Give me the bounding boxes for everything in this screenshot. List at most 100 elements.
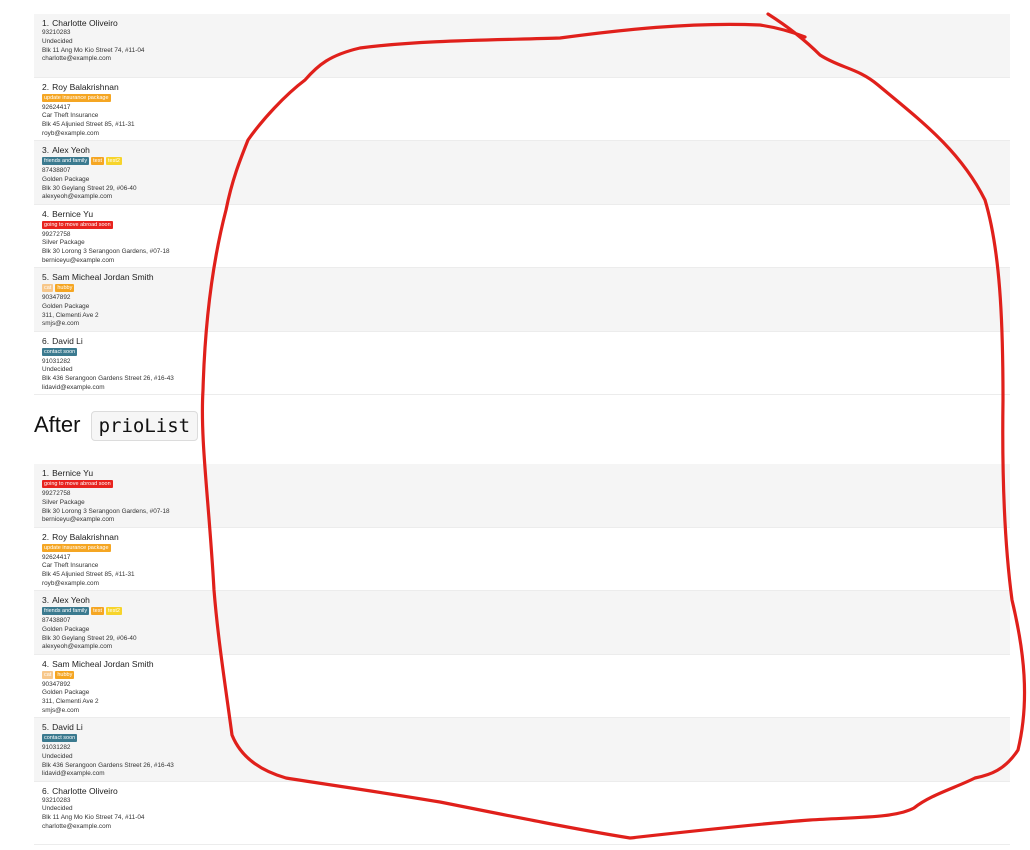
- tag-badge: test: [91, 157, 104, 165]
- tag-list: contact soon: [42, 347, 1002, 357]
- person-card[interactable]: 6. Charlotte Oliveiro 93210283 Undecided Blk…: [34, 781, 1010, 845]
- tag-badge: hubby: [55, 284, 75, 292]
- person-card[interactable]: 3. Alex Yeoh friends and family test test2 87…: [34, 141, 1010, 205]
- person-address: Blk 30 Geylang Street 29, #06-40: [42, 634, 137, 642]
- person-phone: 87438807: [42, 167, 71, 174]
- person-phone: 93210283: [42, 796, 71, 804]
- person-name: Sam Micheal Jordan Smith: [52, 658, 154, 669]
- tag-badge: hubby: [55, 670, 75, 679]
- person-package: Silver Package: [42, 239, 85, 247]
- person-name: Bernice Yu: [52, 208, 94, 219]
- person-index: 4.: [42, 208, 50, 219]
- tag-badge: update insurance package: [42, 543, 111, 552]
- person-card[interactable]: 3. Alex Yeoh friends and family test test2 87…: [34, 591, 1010, 655]
- person-package: Golden Package: [42, 175, 90, 183]
- person-name-line: 1. Charlotte Oliveiro: [42, 18, 1002, 29]
- tag-list: friends and family test test2: [42, 157, 1002, 166]
- person-email: alexyeoh@example.com: [42, 193, 113, 201]
- tag-badge: contact soon: [42, 347, 78, 356]
- person-card[interactable]: 2. Roy Balakrishnan update insurance packa…: [34, 527, 1010, 591]
- person-phone: 92624417: [42, 103, 71, 111]
- person-card[interactable]: 5. Sam Micheal Jordan Smith cat hubby 903478…: [34, 268, 1010, 332]
- person-index: 1.: [42, 468, 50, 478]
- person-name-line: 2. Roy Balakrishnan: [42, 532, 1002, 543]
- tag-list: cat hubby: [42, 284, 1002, 293]
- person-name: Roy Balakrishnan: [52, 531, 119, 542]
- person-index: 4.: [42, 658, 50, 669]
- tag-list: update insurance package: [42, 543, 1002, 553]
- tag-list: contact soon: [42, 734, 1002, 743]
- person-name: Charlotte Oliveiro: [52, 18, 118, 28]
- person-address: Blk 30 Lorong 3 Serangoon Gardens, #07-1…: [42, 248, 170, 256]
- tag-list: friends and family test test2: [42, 607, 1002, 616]
- person-name-line: 3. Alex Yeoh: [42, 595, 1002, 606]
- person-card[interactable]: 1. Bernice Yu going to move abroad soon 992…: [34, 464, 1010, 528]
- person-email: berniceyu@example.com: [42, 256, 115, 264]
- person-name: Bernice Yu: [52, 468, 94, 478]
- person-phone: 92624417: [42, 553, 71, 561]
- person-list-after[interactable]: 1. Bernice Yu going to move abroad soon 992…: [34, 464, 1010, 845]
- person-address: Blk 30 Geylang Street 29, #06-40: [42, 184, 137, 192]
- person-card[interactable]: 2. Roy Balakrishnan update insurance packa…: [34, 77, 1010, 141]
- person-phone: 99272758: [42, 490, 71, 497]
- person-card[interactable]: 4. Sam Micheal Jordan Smith cat hubby 903478…: [34, 654, 1010, 718]
- person-index: 6.: [42, 785, 50, 796]
- person-address: 311, Clementi Ave 2: [42, 311, 99, 319]
- person-card[interactable]: 6. David Li contact soon 91031282 Undecided B…: [34, 331, 1010, 395]
- person-address: 311, Clementi Ave 2: [42, 698, 99, 706]
- person-index: 3.: [42, 145, 50, 155]
- person-card[interactable]: 1. Charlotte Oliveiro 93210283 Undecided Blk…: [34, 14, 1010, 78]
- person-email: smjs@e.com: [42, 320, 80, 328]
- person-card[interactable]: 4. Bernice Yu going to move abroad soon 992…: [34, 204, 1010, 268]
- person-name-line: 4. Bernice Yu: [42, 209, 1002, 220]
- person-address: Blk 45 Aljunied Street 85, #11-31: [42, 121, 135, 129]
- tag-badge: contact soon: [42, 734, 78, 742]
- person-email: lidavid@example.com: [42, 383, 105, 391]
- person-package: Car Theft Insurance: [42, 112, 99, 120]
- person-phone: 99272758: [42, 230, 71, 238]
- person-address: Blk 436 Serangoon Gardens Street 26, #16…: [42, 375, 174, 383]
- person-phone: 93210283: [42, 29, 71, 36]
- tag-badge: going to move abroad soon: [42, 480, 113, 488]
- person-name-line: 3. Alex Yeoh: [42, 145, 1002, 156]
- tag-badge: friends and family: [42, 607, 90, 615]
- person-index: 1.: [42, 18, 50, 28]
- person-name-line: 5. David Li: [42, 722, 1002, 733]
- person-phone: 90347892: [42, 680, 71, 688]
- heading-prefix: After: [34, 412, 81, 437]
- section-heading: After prioList: [34, 410, 199, 441]
- person-index: 6.: [42, 335, 50, 346]
- person-phone: 91031282: [42, 357, 71, 365]
- tag-list: cat hubby: [42, 670, 1002, 680]
- person-email: smjs@e.com: [42, 706, 80, 714]
- command-code: prioList: [90, 411, 199, 441]
- person-package: Golden Package: [42, 689, 90, 697]
- person-address: Blk 30 Lorong 3 Serangoon Gardens, #07-1…: [42, 507, 170, 515]
- person-email: royb@example.com: [42, 129, 99, 137]
- tag-badge: friends and family: [42, 157, 90, 165]
- person-name-line: 1. Bernice Yu: [42, 468, 1002, 479]
- person-address: Blk 11 Ang Mo Kio Street 74, #11-04: [42, 814, 145, 822]
- person-index: 3.: [42, 595, 50, 605]
- person-address: Blk 11 Ang Mo Kio Street 74, #11-04: [42, 46, 145, 54]
- person-name: Alex Yeoh: [52, 145, 90, 155]
- tag-badge: test2: [105, 607, 122, 615]
- person-phone: 87438807: [42, 617, 71, 624]
- tag-badge: cat: [42, 670, 54, 679]
- person-package: Car Theft Insurance: [42, 562, 99, 570]
- tag-list: update insurance package: [42, 93, 1002, 103]
- person-email: lidavid@example.com: [42, 770, 105, 778]
- person-list-before[interactable]: 1. Charlotte Oliveiro 93210283 Undecided Blk…: [34, 14, 1010, 395]
- person-email: berniceyu@example.com: [42, 516, 115, 524]
- person-name-line: 6. David Li: [42, 336, 1002, 347]
- person-package: Golden Package: [42, 625, 90, 633]
- person-index: 2.: [42, 81, 50, 92]
- person-package: Silver Package: [42, 498, 85, 506]
- person-package: Undecided: [42, 805, 73, 813]
- person-name: David Li: [52, 722, 83, 732]
- person-phone: 90347892: [42, 294, 71, 301]
- person-email: charlotte@example.com: [42, 822, 112, 830]
- tag-badge: test2: [105, 157, 122, 165]
- person-card[interactable]: 5. David Li contact soon 91031282 Undecided B…: [34, 718, 1010, 782]
- person-name-line: 5. Sam Micheal Jordan Smith: [42, 272, 1002, 283]
